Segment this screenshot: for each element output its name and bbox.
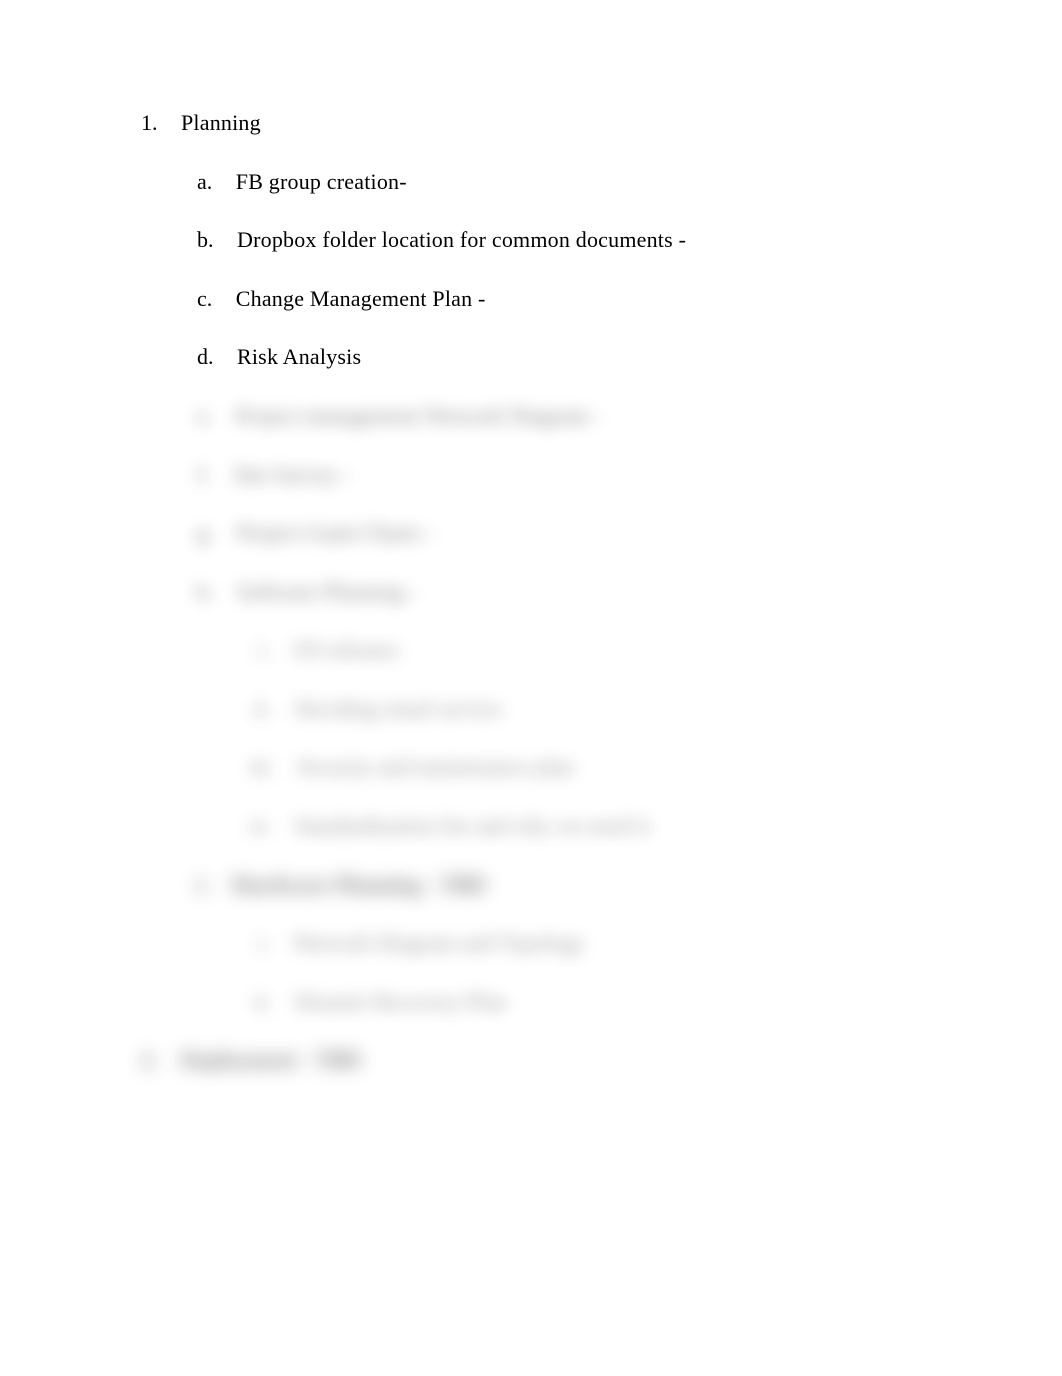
document-page: 1. Planning a. FB group creation- b. Dro… <box>0 0 1062 1376</box>
list-item-1i: i. Hardware Planning - TBD <box>197 872 486 898</box>
list-marker-1h-i: i. <box>258 637 270 663</box>
list-item-1g: g. Project Gantt Charts - <box>197 520 434 546</box>
list-item-2: 2. Deployment - TBD <box>141 1047 361 1073</box>
list-text-1d: Risk Analysis <box>237 344 361 369</box>
list-marker-2: 2. <box>141 1047 158 1073</box>
list-text-1h-i: OS releases <box>293 637 398 662</box>
list-item-1h-iii: iii. Security and maintenance plan <box>250 754 574 780</box>
list-text-1i: Hardware Planning - TBD <box>232 872 486 897</box>
list-item-1f: f. Site Survey - <box>197 462 351 488</box>
list-text-2: Deployment - TBD <box>181 1047 361 1072</box>
list-item-1c: c. Change Management Plan - <box>197 286 486 312</box>
list-marker-1a: a. <box>197 169 212 195</box>
list-item-1h-i: i. OS releases <box>258 637 399 663</box>
list-marker-1f: f. <box>197 462 210 488</box>
list-text-1h-iii: Security and maintenance plan <box>297 754 573 779</box>
list-marker-1h: h. <box>197 579 214 605</box>
list-text-1e: Project management Network Diagram - <box>236 403 601 428</box>
list-marker-1e: e. <box>197 403 212 429</box>
list-text-1c: Change Management Plan - <box>236 286 486 311</box>
list-marker-1b: b. <box>197 227 214 253</box>
list-item-1i-ii: ii. Disaster Recovery Plan <box>254 989 506 1015</box>
list-item-1h-iv: iv. Standardization list and why we need… <box>250 813 650 839</box>
list-item-1h-ii: ii. Deciding email service <box>254 696 502 722</box>
list-text-1g: Project Gantt Charts - <box>237 520 434 545</box>
list-marker-1g: g. <box>197 520 214 546</box>
list-text-1a: FB group creation- <box>236 169 407 194</box>
list-item-1d: d. Risk Analysis <box>197 344 361 370</box>
list-text-1h: Software Planning - <box>237 579 417 604</box>
list-text-1h-iv: Standardization list and why we need it <box>295 813 650 838</box>
list-item-1h: h. Software Planning - <box>197 579 417 605</box>
list-marker-1: 1. <box>141 110 158 136</box>
list-text-1b: Dropbox folder location for common docum… <box>237 227 686 252</box>
list-text-1h-ii: Deciding email service <box>295 696 502 721</box>
list-marker-1c: c. <box>197 286 212 312</box>
list-marker-1h-iv: iv. <box>250 813 271 839</box>
list-item-1a: a. FB group creation- <box>197 169 407 195</box>
list-item-1b: b. Dropbox folder location for common do… <box>197 227 686 253</box>
list-marker-1i-i: i. <box>258 930 270 956</box>
list-text-1f: Site Survey - <box>233 462 350 487</box>
list-marker-1h-iii: iii. <box>250 754 274 780</box>
list-item-1i-i: i. Network Diagram and Topology <box>258 930 585 956</box>
list-text-1i-i: Network Diagram and Topology <box>293 930 584 955</box>
list-text-1: Planning <box>181 110 261 135</box>
list-text-1i-ii: Disaster Recovery Plan <box>295 989 506 1014</box>
list-marker-1i: i. <box>197 872 209 898</box>
list-item-1e: e. Project management Network Diagram - <box>197 403 601 429</box>
list-marker-1i-ii: ii. <box>254 989 272 1015</box>
list-marker-1d: d. <box>197 344 214 370</box>
list-marker-1h-ii: ii. <box>254 696 272 722</box>
list-item-1: 1. Planning <box>141 110 261 136</box>
